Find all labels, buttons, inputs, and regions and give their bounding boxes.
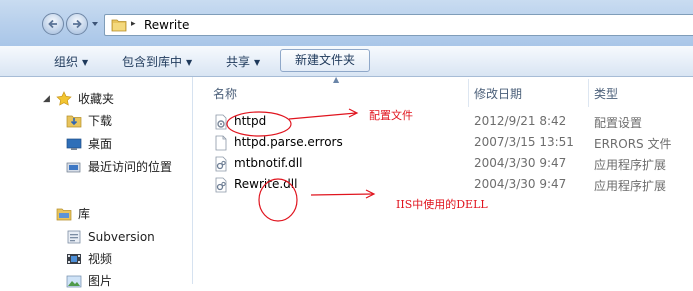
column-divider[interactable] [468,79,469,107]
column-header-type[interactable]: 类型 [594,85,618,102]
share-label: 共享 [226,55,251,69]
file-name: Rewrite.dll [234,177,298,191]
file-row[interactable]: httpd.parse.errors 2007/3/15 13:51 ERROR… [213,132,693,153]
blank-file-icon [215,135,227,151]
picture-library-icon [66,275,82,288]
nav-downloads[interactable]: 下载 [66,111,186,131]
library-icon [56,208,72,221]
file-name: httpd [234,114,267,128]
video-library-icon [67,254,81,264]
file-row[interactable]: Rewrite.dll 2004/3/30 9:47 应用程序扩展 [213,174,693,195]
back-arrow-icon [48,19,57,29]
include-library-menu-button[interactable]: 包含到库中 ▼ [122,53,192,70]
address-box[interactable]: ▸ Rewrite [104,14,693,36]
navigation-pane: 收藏夹 ◢ 下载 桌面 最近访问的位置 库 Subversion 视频 图片 [0,77,193,288]
nav-libraries[interactable]: 库 [56,204,186,224]
dll-file-icon [215,156,227,172]
file-modified-date: 2004/3/30 9:47 [474,156,567,170]
expand-triangle-icon[interactable]: ◢ [43,94,50,104]
file-type: ERRORS 文件 [594,137,672,151]
forward-arrow-icon [73,19,82,29]
nav-videos-label: 视频 [88,252,113,266]
new-folder-button[interactable]: 新建文件夹 [280,49,370,72]
file-row[interactable]: httpd 2012/9/21 8:42 配置设置 [213,111,693,132]
nav-recent-places[interactable]: 最近访问的位置 [66,157,191,177]
nav-downloads-label: 下载 [88,114,113,128]
nav-videos[interactable]: 视频 [66,249,186,269]
folder-icon [111,19,127,32]
column-header-date[interactable]: 修改日期 [474,85,522,102]
organize-menu-button[interactable]: 组织 ▼ [54,53,88,70]
forward-button[interactable] [66,13,88,35]
star-icon [56,91,72,106]
nav-subversion[interactable]: Subversion [66,227,186,247]
nav-recent-label: 最近访问的位置 [88,160,173,174]
iis-dll-note: IIS中使用的DELL [396,198,488,211]
file-type: 应用程序扩展 [594,158,667,172]
column-header-collapse-icon[interactable]: ▲ [333,75,339,84]
column-header-name[interactable]: 名称 [213,85,237,102]
nav-pictures[interactable]: 图片 [66,271,186,291]
dll-file-icon [215,177,227,193]
nav-subversion-label: Subversion [88,230,155,244]
file-modified-date: 2004/3/30 9:47 [474,177,567,191]
address-bar-strip: ▸ Rewrite [0,0,693,46]
chevron-down-icon: ▼ [186,58,193,67]
nav-pictures-label: 图片 [88,274,113,288]
file-modified-date: 2007/3/15 13:51 [474,135,574,149]
nav-desktop-label: 桌面 [88,137,113,151]
breadcrumb-current[interactable]: Rewrite [144,18,189,32]
desktop-icon [66,138,82,150]
file-row[interactable]: mtbnotif.dll 2004/3/30 9:47 应用程序扩展 [213,153,693,174]
file-type: 配置设置 [594,116,643,130]
chevron-down-icon: ▼ [82,58,89,67]
file-name: mtbnotif.dll [234,156,303,170]
config-file-note: 配置文件 [369,109,413,122]
recent-pages-dropdown-icon[interactable] [91,20,99,28]
nav-desktop[interactable]: 桌面 [66,134,186,154]
column-divider[interactable] [588,79,589,107]
subversion-library-icon [67,230,81,244]
config-file-icon [215,114,227,130]
share-menu-button[interactable]: 共享 ▼ [226,53,260,70]
nav-favorites-label: 收藏夹 [78,92,115,106]
command-toolbar: 组织 ▼ 包含到库中 ▼ 共享 ▼ 新建文件夹 [0,46,693,77]
file-name: httpd.parse.errors [234,135,343,149]
include-library-label: 包含到库中 [122,55,183,69]
nav-libraries-label: 库 [78,207,91,221]
nav-favorites[interactable]: 收藏夹 [56,89,186,109]
file-list-pane: ▲ 名称 修改日期 类型 httpd 2012/9/21 8:42 配置设置 h… [193,75,693,284]
file-type: 应用程序扩展 [594,179,667,193]
back-button[interactable] [42,13,64,35]
chevron-down-icon: ▼ [254,58,261,67]
file-modified-date: 2012/9/21 8:42 [474,114,567,128]
downloads-folder-icon [66,115,82,128]
organize-label: 组织 [54,55,79,69]
breadcrumb-separator-icon[interactable]: ▸ [131,19,136,29]
recent-places-icon [66,162,81,173]
